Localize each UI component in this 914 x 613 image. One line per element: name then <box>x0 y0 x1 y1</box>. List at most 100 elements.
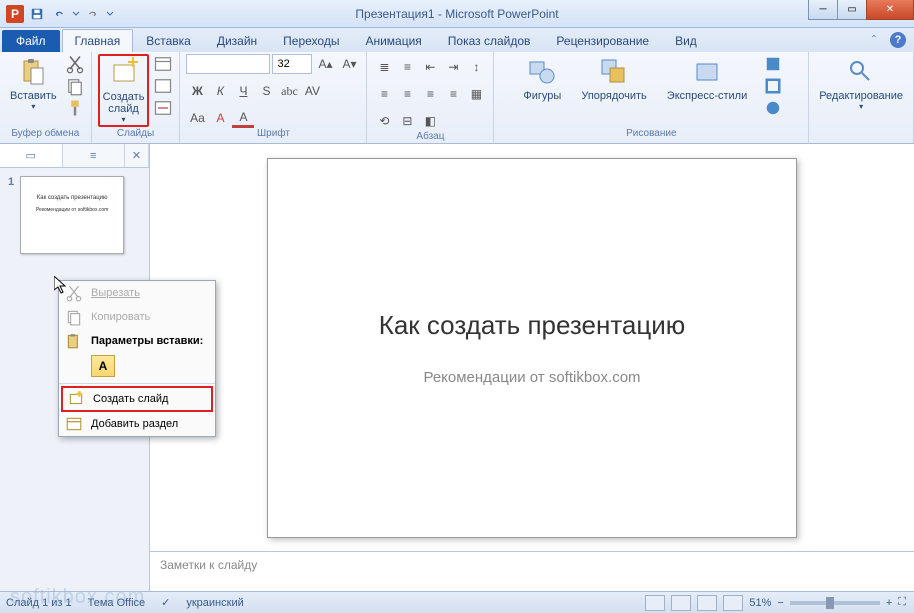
ribbon: Вставить ▾ Буфер обмена Создать слайд ▾ <box>0 52 914 144</box>
window-controls: ─ ▭ ✕ <box>809 0 914 20</box>
shapes-button[interactable]: Фигуры <box>519 54 565 104</box>
shape-outline-icon[interactable] <box>763 76 783 96</box>
slide[interactable]: Как создать презентацию Рекомендации от … <box>267 158 797 538</box>
new-slide-button[interactable]: Создать слайд ▾ <box>98 54 150 127</box>
decrease-indent-icon[interactable]: ⇤ <box>419 57 441 77</box>
font-color-icon[interactable]: A <box>232 108 254 128</box>
notes-area[interactable]: Заметки к слайду <box>150 551 914 591</box>
shrink-font-icon[interactable]: A▾ <box>338 54 360 74</box>
thumb-title: Как создать презентацию <box>27 195 117 201</box>
tab-review[interactable]: Рецензирование <box>543 29 662 52</box>
ctx-add-section[interactable]: Добавить раздел <box>59 412 215 436</box>
text-direction-icon[interactable]: ⟲ <box>373 111 395 131</box>
redo-icon[interactable] <box>84 5 102 23</box>
slideshow-view-icon[interactable] <box>723 595 743 611</box>
arrange-icon <box>598 56 630 88</box>
thumb-subtitle: Рекомендации от softikbox.com <box>27 207 117 213</box>
minimize-ribbon-icon[interactable]: ˆ <box>866 32 882 48</box>
align-text-icon[interactable]: ⊟ <box>396 111 418 131</box>
format-painter-icon[interactable] <box>65 98 85 118</box>
editing-button[interactable]: Редактирование ▾ <box>815 54 907 113</box>
watermark: softikbox.com <box>10 586 145 609</box>
help-icon[interactable]: ? <box>890 32 906 48</box>
slide-title[interactable]: Как создать презентацию <box>379 310 686 341</box>
align-right-icon[interactable]: ≡ <box>419 84 441 104</box>
shape-effects-icon[interactable] <box>763 98 783 118</box>
undo-dropdown-icon[interactable] <box>72 8 80 20</box>
ctx-copy: Копировать <box>59 305 215 329</box>
paste-option-keep-formatting[interactable]: A <box>91 355 115 377</box>
close-panel-icon[interactable]: ✕ <box>125 144 149 167</box>
tab-insert[interactable]: Вставка <box>133 29 204 52</box>
editing-label: Редактирование <box>819 90 903 102</box>
reading-view-icon[interactable] <box>697 595 717 611</box>
quick-styles-label: Экспресс-стили <box>667 90 747 102</box>
increase-indent-icon[interactable]: ⇥ <box>442 57 464 77</box>
maximize-button[interactable]: ▭ <box>837 0 867 20</box>
shadow-icon[interactable]: abc <box>278 81 300 101</box>
help-area: ˆ ? <box>866 32 906 48</box>
font-family-select[interactable] <box>186 54 270 74</box>
zoom-in-icon[interactable]: + <box>886 597 892 609</box>
minimize-button[interactable]: ─ <box>808 0 838 20</box>
shape-fill-icon[interactable] <box>763 54 783 74</box>
bullets-icon[interactable]: ≣ <box>373 57 395 77</box>
ctx-new-slide[interactable]: Создать слайд <box>61 386 213 412</box>
normal-view-icon[interactable] <box>645 595 665 611</box>
qat-customize-icon[interactable] <box>106 8 114 20</box>
paste-label: Вставить <box>10 90 57 102</box>
undo-icon[interactable] <box>50 5 68 23</box>
thumbnail[interactable]: Как создать презентацию Рекомендации от … <box>20 176 124 254</box>
justify-icon[interactable]: ≡ <box>442 84 464 104</box>
tab-home[interactable]: Главная <box>62 29 134 52</box>
arrange-button[interactable]: Упорядочить <box>577 54 650 104</box>
smartart-icon[interactable]: ◧ <box>419 111 441 131</box>
slides-group-label: Слайды <box>98 128 174 141</box>
ctx-copy-label: Копировать <box>91 311 150 323</box>
tab-slideshow[interactable]: Показ слайдов <box>435 29 544 52</box>
tab-transitions[interactable]: Переходы <box>270 29 352 52</box>
bold-icon[interactable]: Ж <box>186 81 208 101</box>
section-icon[interactable] <box>153 98 173 118</box>
sorter-view-icon[interactable] <box>671 595 691 611</box>
columns-icon[interactable]: ▦ <box>465 84 487 104</box>
zoom-out-icon[interactable]: − <box>777 597 783 609</box>
clear-format-icon[interactable]: A <box>209 108 231 128</box>
outline-tab-icon[interactable]: ≡ <box>63 144 126 167</box>
italic-icon[interactable]: К <box>209 81 231 101</box>
ctx-add-section-label: Добавить раздел <box>91 418 178 430</box>
cut-icon[interactable] <box>65 54 85 74</box>
spellcheck-icon[interactable]: ✓ <box>161 596 170 609</box>
tab-design[interactable]: Дизайн <box>204 29 270 52</box>
zoom-slider[interactable] <box>790 601 880 605</box>
thumbnail-item[interactable]: 1 Как создать презентацию Рекомендации о… <box>0 168 149 262</box>
language-info[interactable]: украинский <box>186 597 243 609</box>
reset-icon[interactable] <box>153 76 173 96</box>
file-tab[interactable]: Файл <box>2 30 60 52</box>
paste-button[interactable]: Вставить ▾ <box>6 54 61 113</box>
fit-icon[interactable]: ⛶ <box>898 596 906 609</box>
align-left-icon[interactable]: ≡ <box>373 84 395 104</box>
numbering-icon[interactable]: ≡ <box>396 57 418 77</box>
layout-icon[interactable] <box>153 54 173 74</box>
tab-animation[interactable]: Анимация <box>352 29 434 52</box>
strikethrough-icon[interactable]: S <box>255 81 277 101</box>
tab-view[interactable]: Вид <box>662 29 710 52</box>
change-case-icon[interactable]: Aa <box>186 108 208 128</box>
ctx-paste-label: Параметры вставки: <box>91 335 203 347</box>
quick-styles-button[interactable]: Экспресс-стили <box>663 54 751 104</box>
slides-tab-icon[interactable]: ▭ <box>0 144 63 167</box>
align-center-icon[interactable]: ≡ <box>396 84 418 104</box>
underline-icon[interactable]: Ч <box>232 81 254 101</box>
copy-icon[interactable] <box>65 76 85 96</box>
slide-subtitle[interactable]: Рекомендации от softikbox.com <box>423 369 640 386</box>
grow-font-icon[interactable]: A▴ <box>314 54 336 74</box>
char-spacing-icon[interactable]: AV <box>301 81 323 101</box>
save-icon[interactable] <box>28 5 46 23</box>
font-size-select[interactable] <box>272 54 312 74</box>
close-button[interactable]: ✕ <box>866 0 914 20</box>
line-spacing-icon[interactable]: ↕ <box>465 57 487 77</box>
zoom-thumb[interactable] <box>826 597 834 609</box>
main-area: Как создать презентацию Рекомендации от … <box>150 144 914 591</box>
find-icon <box>845 56 877 88</box>
